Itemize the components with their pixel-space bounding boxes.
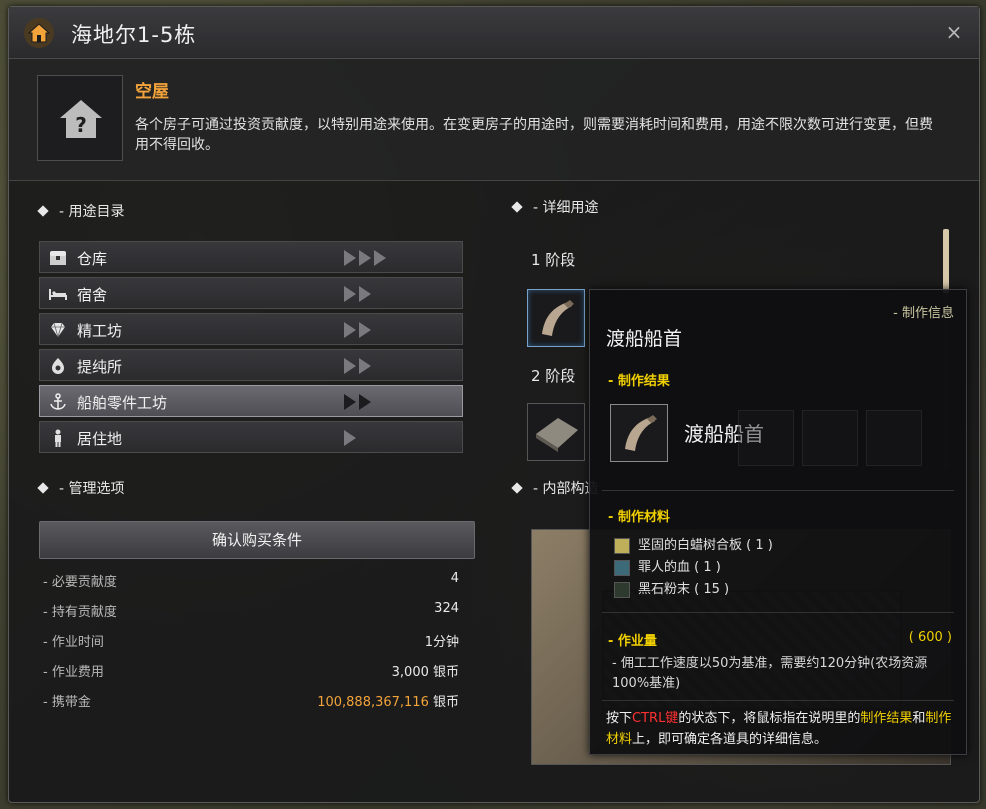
level-arrows (344, 250, 389, 266)
home-icon (23, 17, 55, 49)
use-item-label: 仓库 (77, 250, 108, 268)
house-management-window: 海地尔1-5栋 × ? 空屋 各个房子可通过投资贡献度，以特别用途来使用。在变更… (8, 6, 980, 803)
tooltip-item-name: 渡船船首 (606, 328, 683, 350)
confirm-purchase-button[interactable]: 确认购买条件 (39, 521, 475, 559)
window-title: 海地尔1-5栋 (71, 23, 197, 47)
detail-scrollbar-thumb[interactable] (943, 229, 949, 293)
level-arrows (344, 430, 359, 446)
stat-carried-money: - 携带金 100,888,367,116 银币 (43, 695, 459, 710)
material-row[interactable]: 罪人的血 ( 1 ) (614, 556, 721, 576)
level-arrows (344, 322, 374, 338)
stage-1-item-slot[interactable] (527, 289, 585, 347)
stat-required-contribution: - 必要贡献度 4 (43, 571, 459, 590)
stat-owned-contribution: - 持有贡献度 324 (43, 601, 459, 620)
craft-info-tooltip: - 制作信息 渡船船首 - 制作结果 渡船船首 - 制作材料 坚固的白蜡树合板 … (589, 289, 967, 755)
material-row[interactable]: 黑石粉末 ( 15 ) (614, 578, 729, 598)
black-stone-powder-icon (614, 581, 630, 598)
work-amount-description: - 佣工工作速度以50为基准，需要约120分钟(农场资源100%基准) (612, 656, 928, 691)
use-item-label: 船舶零件工坊 (77, 394, 168, 412)
blood-vial-icon (614, 559, 630, 576)
use-item-residence[interactable]: 居住地 (39, 421, 463, 453)
use-item-ship-parts-workshop[interactable]: 船舶零件工坊 (39, 385, 463, 417)
manage-section-title: - 管理选项 (37, 478, 125, 498)
house-image: ? (37, 75, 123, 161)
use-item-label: 居住地 (77, 430, 123, 448)
stat-work-cost: - 作业费用 3,000 银币 (43, 665, 459, 680)
level-arrows (344, 358, 374, 374)
ship-prow-icon (625, 415, 657, 451)
stage-2-item-slot[interactable] (527, 403, 585, 461)
use-item-dormitory[interactable]: 宿舍 (39, 277, 463, 309)
result-extra-slot (802, 410, 858, 466)
stage-2-label: 2 阶段 (531, 367, 576, 385)
plywood-icon (614, 537, 630, 554)
diamond-icon (48, 320, 68, 340)
house-description: 各个房子可通过投资贡献度，以特别用途来使用。在变更房子的用途时，则需要消耗时间和… (135, 117, 933, 153)
level-arrows (344, 286, 374, 302)
house-info-header: ? 空屋 各个房子可通过投资贡献度，以特别用途来使用。在变更房子的用途时，则需要… (9, 59, 979, 181)
detail-section-title: - 详细用途 (511, 197, 599, 217)
chest-icon (48, 248, 68, 268)
svg-text:?: ? (75, 113, 87, 137)
use-item-label: 提纯所 (77, 358, 123, 376)
person-icon (48, 428, 68, 448)
carried-money-value: 100,888,367,116 (317, 695, 429, 710)
use-item-refinery[interactable]: 提纯所 (39, 349, 463, 381)
result-extra-slot (738, 410, 794, 466)
house-status: 空屋 (135, 82, 169, 102)
use-list: 仓库 宿舍 精工坊 提纯所 船舶零件工坊 居住地 (39, 241, 463, 457)
material-row[interactable]: 坚固的白蜡树合板 ( 1 ) (614, 534, 773, 554)
use-item-label: 宿舍 (77, 286, 108, 304)
ship-prow-icon (542, 300, 574, 336)
work-amount-value: ( 600 ) (908, 630, 952, 645)
title-bar[interactable]: 海地尔1-5栋 × (9, 7, 979, 59)
house-question-icon: ? (60, 100, 102, 138)
work-amount-title: - 作业量 (608, 634, 657, 649)
refine-icon (48, 356, 68, 376)
level-arrows (344, 394, 374, 410)
close-button[interactable]: × (943, 21, 965, 43)
materials-section-title: - 制作材料 (608, 510, 670, 525)
tooltip-category: - 制作信息 (893, 306, 954, 321)
bed-icon (48, 284, 68, 304)
result-extra-slot (866, 410, 922, 466)
use-item-label: 精工坊 (77, 322, 123, 340)
interior-section-title: - 内部构造 (511, 478, 599, 498)
result-item-slot[interactable] (610, 404, 668, 462)
stat-work-time: - 作业时间 1分钟 (43, 635, 459, 650)
uses-section-title: - 用途目录 (37, 201, 125, 221)
stage-1-label: 1 阶段 (531, 251, 576, 269)
use-item-refined-workshop[interactable]: 精工坊 (39, 313, 463, 345)
result-section-title: - 制作结果 (608, 374, 670, 389)
use-item-warehouse[interactable]: 仓库 (39, 241, 463, 273)
ctrl-hint: 按下CTRL键的状态下，将鼠标指在说明里的制作结果和制作材料上，即可确定各道具的… (606, 711, 952, 747)
ship-part-icon (536, 418, 578, 452)
anchor-icon (48, 392, 68, 412)
